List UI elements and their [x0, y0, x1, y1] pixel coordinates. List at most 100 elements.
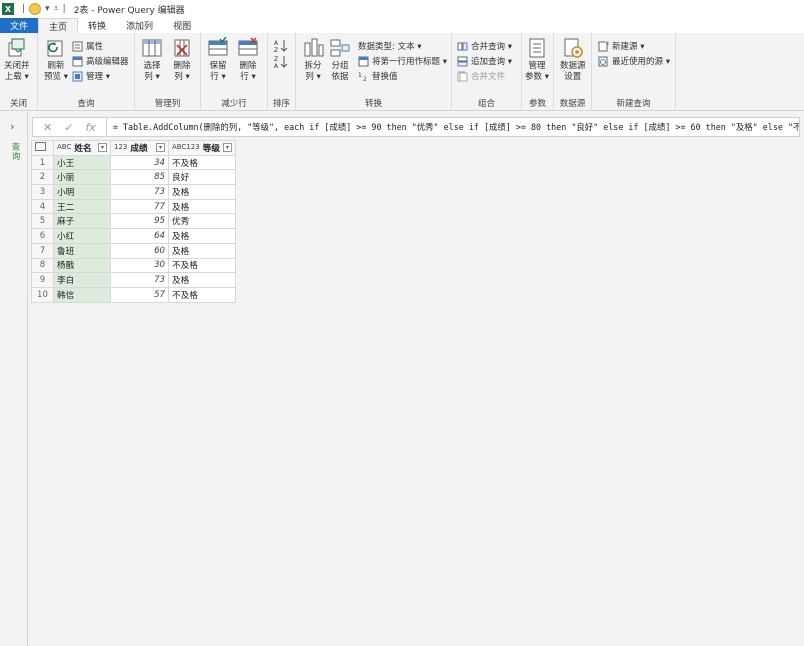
- cell-grade[interactable]: 及格: [168, 242, 236, 259]
- cell-name[interactable]: 小明: [53, 184, 111, 200]
- group-by-button[interactable]: 分组 依据: [329, 37, 351, 83]
- cell-score[interactable]: 57: [110, 286, 169, 303]
- cell-grade[interactable]: 及格: [168, 228, 236, 244]
- table-row[interactable]: 3 小明 73 及格: [31, 184, 236, 200]
- row-number[interactable]: 6: [31, 228, 54, 244]
- cell-name[interactable]: 小红: [53, 228, 111, 244]
- tab-add-column[interactable]: 添加列: [116, 18, 163, 33]
- cell-grade[interactable]: 不及格: [168, 286, 236, 303]
- table-row[interactable]: 2 小丽 85 良好: [31, 169, 236, 186]
- tab-file[interactable]: 文件: [0, 18, 39, 33]
- data-type-dropdown[interactable]: 数据类型: 文本 ▾: [358, 40, 422, 52]
- row-number[interactable]: 10: [31, 286, 54, 303]
- cell-score[interactable]: 77: [110, 198, 169, 215]
- queries-pane-label[interactable]: 查询: [9, 142, 21, 161]
- cell-name[interactable]: 韩信: [53, 286, 111, 303]
- tab-home[interactable]: 主页: [38, 18, 79, 33]
- sort-descending-icon[interactable]: ZA: [274, 55, 288, 69]
- cell-score[interactable]: 30: [110, 257, 169, 274]
- manage-parameters-button[interactable]: 管理 参数 ▾: [525, 37, 549, 83]
- table-row[interactable]: 8 杨戬 30 不及格: [31, 257, 236, 274]
- choose-columns-button[interactable]: 选择 列 ▾: [141, 37, 163, 83]
- cell-grade[interactable]: 不及格: [168, 154, 236, 171]
- filter-dropdown-icon[interactable]: ▾: [156, 143, 165, 153]
- cell-name[interactable]: 杨戬: [53, 257, 111, 274]
- cell-grade[interactable]: 及格: [168, 198, 236, 215]
- manage-button[interactable]: 管理 ▾: [72, 70, 110, 82]
- cell-name[interactable]: 小丽: [53, 169, 111, 186]
- merge-queries-button[interactable]: 合并查询 ▾: [457, 40, 512, 52]
- column-header-score[interactable]: 123 成绩 ▾: [110, 140, 169, 156]
- customize-toolbar-icon[interactable]: ⩡: [54, 4, 59, 14]
- dropdown-arrow-icon[interactable]: ▾: [45, 4, 50, 14]
- keep-rows-button[interactable]: 保留 行 ▾: [207, 37, 229, 83]
- excel-icon[interactable]: X: [2, 3, 14, 15]
- cell-score[interactable]: 85: [110, 169, 169, 186]
- split-column-button[interactable]: 拆分 列 ▾: [302, 37, 324, 83]
- cell-score[interactable]: 73: [110, 184, 169, 200]
- tab-transform[interactable]: 转换: [78, 18, 116, 33]
- confirm-icon[interactable]: ✓: [64, 121, 73, 134]
- expand-chevron-icon[interactable]: ›: [10, 120, 14, 133]
- cell-score[interactable]: 95: [110, 213, 169, 230]
- table-row[interactable]: 6 小红 64 及格: [31, 228, 236, 244]
- any-type-icon[interactable]: ABC123: [172, 144, 200, 151]
- cell-name[interactable]: 王二: [53, 198, 111, 215]
- number-type-icon[interactable]: 123: [114, 144, 127, 151]
- cell-name[interactable]: 小王: [53, 154, 111, 171]
- cell-grade[interactable]: 优秀: [168, 213, 236, 230]
- divider: |: [22, 4, 26, 14]
- table-corner-menu[interactable]: [31, 140, 54, 156]
- row-number[interactable]: 1: [31, 154, 54, 171]
- cell-grade[interactable]: 不及格: [168, 257, 236, 274]
- recent-sources-button[interactable]: 最近使用的源 ▾: [598, 55, 670, 67]
- sort-ascending-icon[interactable]: AZ: [274, 39, 288, 53]
- row-number[interactable]: 3: [31, 184, 54, 200]
- cancel-icon[interactable]: ✕: [43, 121, 52, 134]
- row-number[interactable]: 4: [31, 198, 54, 215]
- table-row[interactable]: 4 王二 77 及格: [31, 198, 236, 215]
- advanced-editor-button[interactable]: 高级编辑器: [72, 55, 129, 67]
- remove-columns-button[interactable]: 删除 列 ▾: [171, 37, 193, 83]
- row-number[interactable]: 2: [31, 169, 54, 186]
- replace-values-button[interactable]: 12 替换值: [358, 70, 398, 83]
- cell-score[interactable]: 60: [110, 242, 169, 259]
- new-source-button[interactable]: 新建源 ▾: [598, 40, 644, 52]
- combine-files-button[interactable]: 合并文件: [457, 70, 505, 82]
- cell-grade[interactable]: 良好: [168, 169, 236, 186]
- column-header-grade[interactable]: ABC123 等级 ▾: [168, 140, 236, 156]
- row-number[interactable]: 9: [31, 272, 54, 288]
- properties-button[interactable]: 属性: [72, 40, 103, 52]
- column-header-name[interactable]: ABC 姓名 ▾: [53, 140, 111, 156]
- append-queries-button[interactable]: 追加查询 ▾: [457, 55, 512, 67]
- close-and-load-button[interactable]: 关闭并 上载 ▾: [4, 37, 30, 83]
- remove-rows-button[interactable]: 删除 行 ▾: [237, 37, 259, 83]
- filter-dropdown-icon[interactable]: ▾: [98, 143, 107, 153]
- smiley-feedback-icon[interactable]: [29, 3, 42, 15]
- cell-grade[interactable]: 及格: [168, 272, 236, 288]
- cell-name[interactable]: 李白: [53, 272, 111, 288]
- filter-dropdown-icon[interactable]: ▾: [222, 143, 232, 153]
- table-row[interactable]: 1 小王 34 不及格: [31, 154, 236, 171]
- queries-pane-collapsed: › 查询: [0, 112, 28, 646]
- tab-view[interactable]: 视图: [163, 18, 201, 33]
- use-first-row-as-headers-button[interactable]: 将第一行用作标题 ▾: [358, 55, 447, 67]
- table-row[interactable]: 7 鲁班 60 及格: [31, 242, 236, 259]
- row-number[interactable]: 8: [31, 257, 54, 274]
- row-number[interactable]: 5: [31, 213, 54, 230]
- text-type-icon[interactable]: ABC: [57, 144, 71, 151]
- cell-name[interactable]: 麻子: [53, 213, 111, 230]
- table-row[interactable]: 9 李白 73 及格: [31, 272, 236, 288]
- cell-name[interactable]: 鲁班: [53, 242, 111, 259]
- table-row[interactable]: 10 韩信 57 不及格: [31, 286, 236, 303]
- cell-grade[interactable]: 及格: [168, 184, 236, 200]
- table-row[interactable]: 5 麻子 95 优秀: [31, 213, 236, 230]
- fx-icon[interactable]: fx: [85, 121, 95, 134]
- formula-input[interactable]: = Table.AddColumn(删除的列, "等级", each if [成…: [107, 121, 799, 133]
- row-number[interactable]: 7: [31, 242, 54, 259]
- cell-score[interactable]: 73: [110, 272, 169, 288]
- data-source-settings-button[interactable]: 数据源 设置: [560, 37, 586, 83]
- cell-score[interactable]: 34: [110, 154, 169, 171]
- refresh-preview-button[interactable]: 刷新 预览 ▾: [44, 37, 68, 83]
- cell-score[interactable]: 64: [110, 228, 169, 244]
